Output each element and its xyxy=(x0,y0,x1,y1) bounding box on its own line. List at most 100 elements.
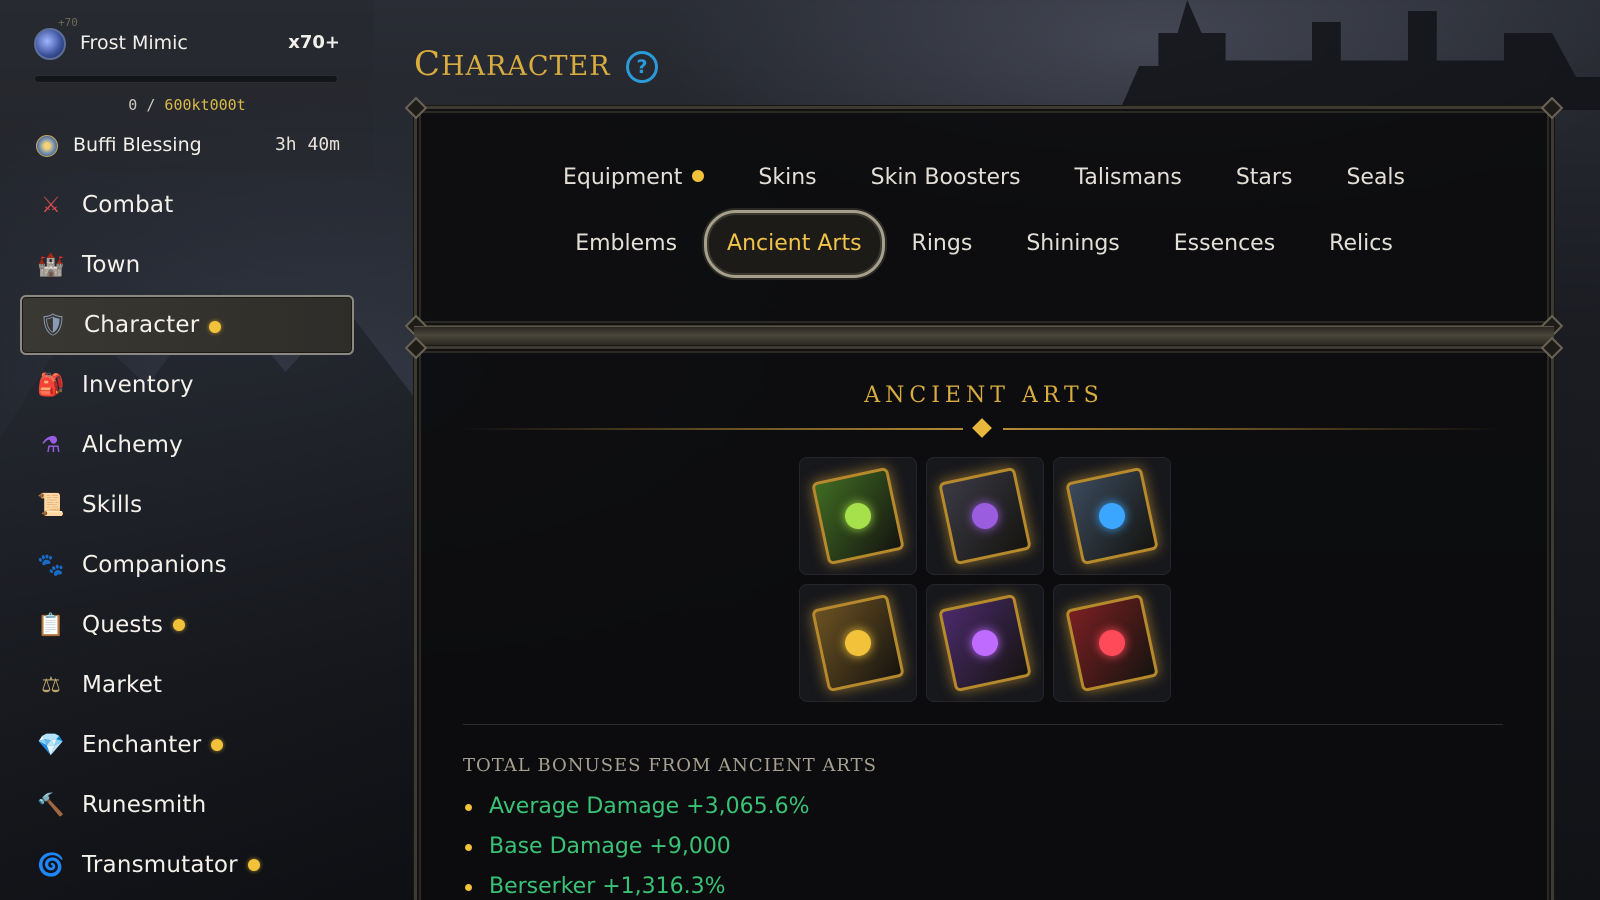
ancient-art-slot[interactable] xyxy=(799,584,917,702)
blessing-name: Buffi Blessing xyxy=(73,134,202,156)
ornament-line xyxy=(463,428,963,430)
notification-dot xyxy=(211,739,223,751)
crimson-heart-book-icon xyxy=(1065,593,1159,693)
tab-row-secondary: Emblems Ancient Arts Rings Shinings Essences… xyxy=(417,210,1551,278)
sidebar-item-label: Transmutator xyxy=(82,852,238,878)
sidebar-item-inventory[interactable]: 🎒 Inventory xyxy=(20,355,354,415)
tab-essences[interactable]: Essences xyxy=(1147,222,1302,266)
tab-label: Skins xyxy=(758,165,817,190)
market-icon: ⚖ xyxy=(41,672,61,698)
blue-crystal-book-icon xyxy=(1065,466,1159,566)
page-title-initial: C xyxy=(414,44,442,84)
tab-skins[interactable]: Skins xyxy=(731,156,843,200)
ancient-art-slot[interactable] xyxy=(1053,457,1171,575)
sidebar-nav: ⚔ Combat 🏰 Town 🛡 Character 🎒 Inventory ⚗ Alchemy… xyxy=(20,175,354,895)
tab-rings[interactable]: Rings xyxy=(885,222,1000,266)
buff-progress-text: 0 / 600kt000t xyxy=(0,96,374,114)
ancient-art-slot[interactable] xyxy=(799,457,917,575)
panel-corner xyxy=(1540,96,1564,120)
ancient-art-slot[interactable] xyxy=(1053,584,1171,702)
green-tree-book-icon xyxy=(811,466,905,566)
sidebar-item-label: Market xyxy=(82,672,163,698)
blessing-row[interactable]: Buffi Blessing 3h 40m xyxy=(36,132,340,160)
buff-progress-separator: / xyxy=(137,96,165,114)
sidebar-item-quests[interactable]: 📋 Quests xyxy=(20,595,354,655)
bonuses-heading: TOTAL BONUSES FROM ANCIENT ARTS xyxy=(463,755,877,776)
tab-stars[interactable]: Stars xyxy=(1209,156,1320,200)
notification-dot xyxy=(209,321,221,333)
buff-row[interactable]: +70 Frost Mimic x70+ xyxy=(34,16,340,72)
enchanter-icon: 💎 xyxy=(37,732,65,758)
tab-label: Ancient Arts xyxy=(727,231,862,256)
buff-progress-bar xyxy=(34,75,338,83)
transmutator-icon: 🌀 xyxy=(37,852,65,878)
sidebar-item-enchanter[interactable]: 💎 Enchanter xyxy=(20,715,354,775)
section-title: ANCIENT ARTS xyxy=(864,383,1104,408)
bonus-item: Average Damage +3,065.6% xyxy=(463,787,809,827)
tab-talismans[interactable]: Talismans xyxy=(1048,156,1209,200)
sidebar-item-transmutator[interactable]: 🌀 Transmutator xyxy=(20,835,354,895)
buff-status-panel: +70 Frost Mimic x70+ 0 / 600kt000t Buffi… xyxy=(0,0,374,172)
title-ornament xyxy=(463,418,1503,438)
sidebar-item-character[interactable]: 🛡 Character xyxy=(20,295,354,355)
character-icon: 🛡 xyxy=(39,312,67,338)
tab-label: Stars xyxy=(1235,165,1293,190)
tab-label: Emblems xyxy=(575,231,678,256)
ornament-diamond-icon xyxy=(972,418,992,438)
buff-multiplier: x70+ xyxy=(288,32,340,53)
tab-label: Equipment xyxy=(562,165,683,190)
tab-ancient-arts[interactable]: Ancient Arts xyxy=(704,210,885,278)
tab-row-primary: Equipment Skins Skin Boosters Talismans Star… xyxy=(417,156,1551,200)
ancient-arts-grid xyxy=(799,457,1171,702)
tab-label: Shinings xyxy=(1026,231,1120,256)
tab-shinings[interactable]: Shinings xyxy=(999,222,1146,266)
sidebar-item-label: Character xyxy=(84,312,200,338)
help-icon[interactable]: ? xyxy=(626,51,658,83)
sidebar: +70 Frost Mimic x70+ 0 / 600kt000t Buffi… xyxy=(0,0,374,900)
tab-label: Rings xyxy=(911,231,973,256)
companions-icon: 🐾 xyxy=(37,552,65,578)
sidebar-item-label: Companions xyxy=(82,552,227,578)
tabs-panel: Equipment Skins Skin Boosters Talismans Star… xyxy=(404,96,1564,338)
sidebar-item-label: Combat xyxy=(82,192,174,218)
background-castle xyxy=(1120,0,1600,110)
sidebar-item-alchemy[interactable]: ⚗ Alchemy xyxy=(20,415,354,475)
bonus-item: Base Damage +9,000 xyxy=(463,827,809,867)
sidebar-item-market[interactable]: ⚖ Market xyxy=(20,655,354,715)
sidebar-item-label: Runesmith xyxy=(82,792,207,818)
sidebar-item-label: Enchanter xyxy=(82,732,202,758)
tab-equipment[interactable]: Equipment xyxy=(536,156,731,200)
ornament-line xyxy=(1003,428,1503,430)
dark-amethyst-book-icon xyxy=(938,466,1032,566)
buff-name: Frost Mimic xyxy=(80,32,188,54)
panel-divider xyxy=(414,326,1554,346)
section-separator xyxy=(463,724,1503,725)
panel-corner xyxy=(404,96,428,120)
tab-seals[interactable]: Seals xyxy=(1319,156,1432,200)
ancient-arts-panel: ANCIENT ARTS TOTAL BONUSES FROM ANCIENT … xyxy=(404,336,1564,900)
sidebar-item-runesmith[interactable]: 🔨 Runesmith xyxy=(20,775,354,835)
tab-relics[interactable]: Relics xyxy=(1302,222,1420,266)
tab-label: Seals xyxy=(1346,165,1405,190)
ancient-art-slot[interactable] xyxy=(926,457,1044,575)
notification-dot xyxy=(248,859,260,871)
sidebar-item-companions[interactable]: 🐾 Companions xyxy=(20,535,354,595)
notification-dot xyxy=(173,619,185,631)
tab-skin-boosters[interactable]: Skin Boosters xyxy=(844,156,1048,200)
sidebar-item-label: Inventory xyxy=(82,372,194,398)
sidebar-item-combat[interactable]: ⚔ Combat xyxy=(20,175,354,235)
sidebar-item-label: Alchemy xyxy=(82,432,183,458)
tab-label: Talismans xyxy=(1074,165,1182,190)
blessing-icon xyxy=(36,135,58,157)
bonus-item: Berserker +1,316.3% xyxy=(463,867,809,900)
page-title-rest: HARACTER xyxy=(441,51,611,82)
sidebar-item-skills[interactable]: 📜 Skills xyxy=(20,475,354,535)
page-title: CHARACTER xyxy=(414,44,611,84)
runesmith-icon: 🔨 xyxy=(37,792,65,818)
ancient-art-slot[interactable] xyxy=(926,584,1044,702)
sidebar-item-town[interactable]: 🏰 Town xyxy=(20,235,354,295)
sidebar-item-label: Quests xyxy=(82,612,164,638)
notification-dot xyxy=(692,170,705,182)
tab-emblems[interactable]: Emblems xyxy=(548,222,704,266)
buff-progress-max: 600kt000t xyxy=(164,96,246,114)
